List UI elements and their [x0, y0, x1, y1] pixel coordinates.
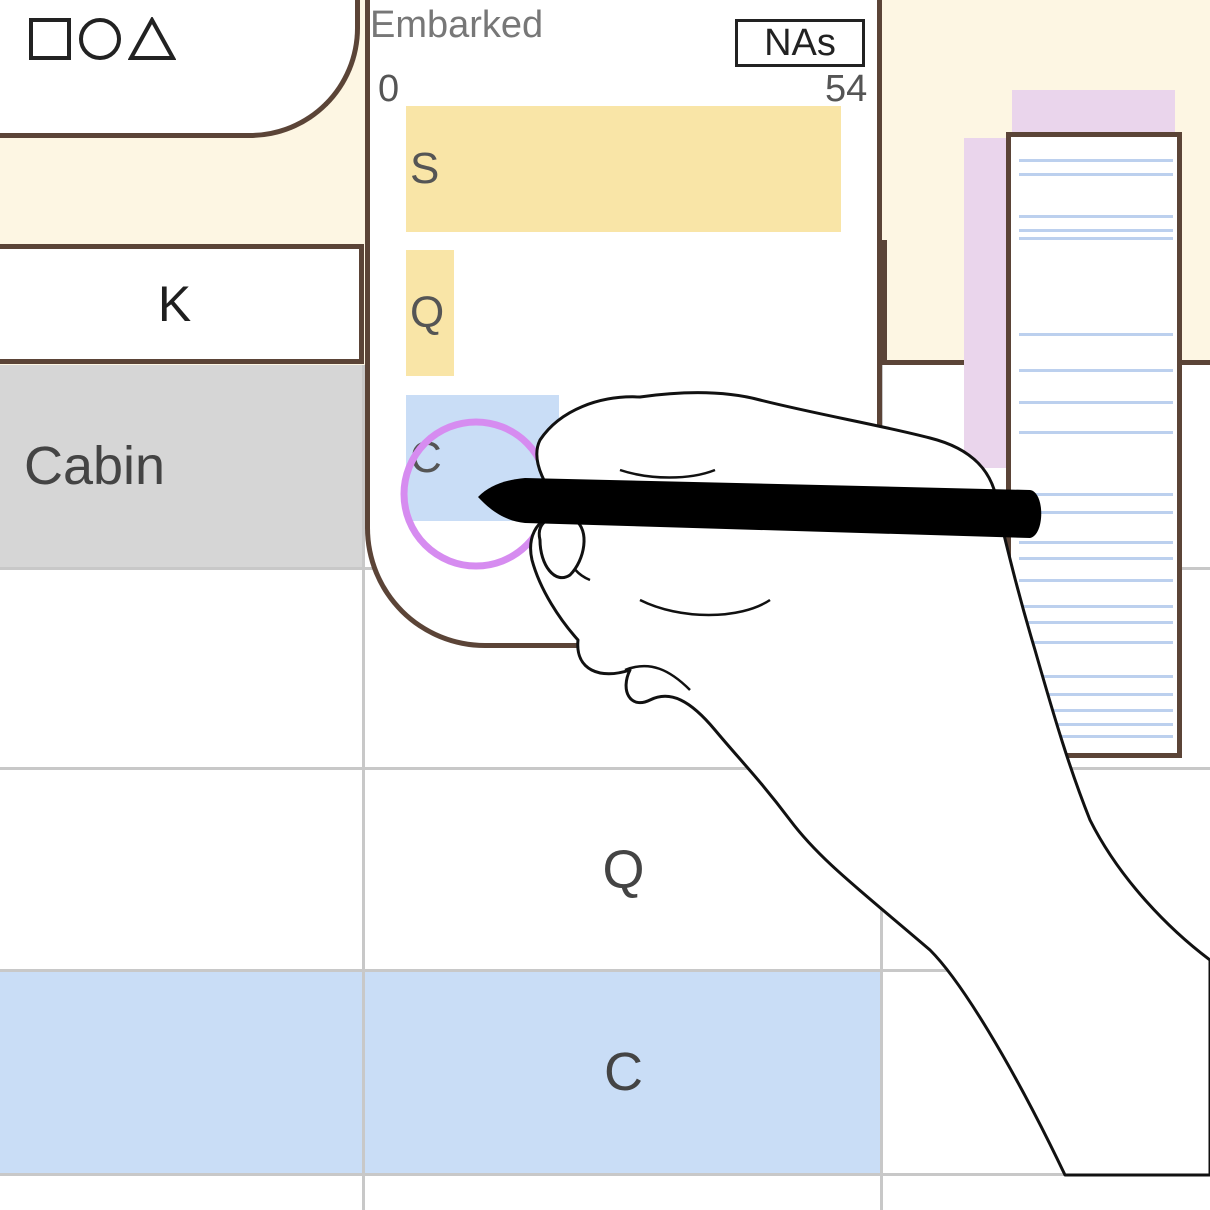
table-cell	[0, 971, 365, 1173]
nas-button-label: NAs	[764, 21, 836, 64]
row-divider	[0, 969, 1210, 972]
histogram-stripe	[1019, 237, 1173, 240]
table-cell	[0, 769, 365, 971]
mini-histogram[interactable]	[1006, 132, 1182, 758]
bar-label: S	[410, 144, 440, 193]
histogram-stripe	[1019, 557, 1173, 560]
bar-label: Q	[410, 288, 445, 337]
bar-c[interactable]: C	[406, 395, 560, 521]
circle-icon[interactable]	[78, 17, 122, 61]
triangle-icon[interactable]	[128, 17, 176, 61]
histogram-stripe	[1019, 541, 1173, 544]
cell-text: C	[604, 1042, 643, 1102]
row-divider	[0, 1173, 1210, 1176]
cell-text: Cabin	[24, 436, 166, 496]
histogram-stripe	[1019, 579, 1173, 582]
square-icon[interactable]	[28, 17, 72, 61]
histogram-stripe	[1019, 369, 1173, 372]
embarked-filter-popup[interactable]: Embarked NAs 0 54 S Q C	[365, 0, 882, 648]
bar-q[interactable]: Q	[406, 250, 455, 376]
histogram-stripe	[1019, 723, 1173, 726]
histogram-stripe	[1019, 621, 1173, 624]
cell-text: Q	[602, 840, 645, 900]
column-header-label: K	[157, 276, 192, 332]
histogram-stripe	[1019, 675, 1173, 678]
bar-label: C	[410, 433, 442, 482]
histogram-stripe	[1019, 215, 1173, 218]
table-cell: Q	[365, 769, 882, 971]
mini-chart-shadow	[964, 138, 1008, 468]
histogram-stripe	[1019, 229, 1173, 232]
histogram-stripe	[1019, 511, 1173, 514]
bar-s[interactable]: S	[406, 106, 841, 232]
table-row[interactable]: Q	[0, 769, 1210, 971]
table-cell: Cabin	[0, 365, 365, 567]
histogram-stripe	[1019, 333, 1173, 336]
nas-button[interactable]: NAs	[735, 19, 865, 67]
axis-max-label: 54	[825, 68, 868, 110]
shape-toolbar[interactable]	[28, 14, 176, 64]
histogram-stripe	[1019, 431, 1173, 434]
histogram-stripe	[1019, 641, 1173, 644]
column-header-k[interactable]: K	[0, 244, 364, 364]
table-cell: C	[365, 971, 882, 1173]
histogram-stripe	[1019, 493, 1173, 496]
popup-title: Embarked	[370, 4, 544, 46]
histogram-stripe	[1019, 693, 1173, 696]
histogram-stripe	[1019, 173, 1173, 176]
table-cell	[0, 567, 365, 769]
histogram-stripe	[1019, 159, 1173, 162]
histogram-stripe	[1019, 605, 1173, 608]
histogram-stripe	[1019, 401, 1173, 404]
row-divider	[0, 767, 1210, 770]
histogram-stripe	[1019, 709, 1173, 712]
header-divider	[882, 240, 887, 365]
histogram-stripe	[1019, 735, 1173, 738]
table-row[interactable]: C	[0, 971, 1210, 1173]
axis-min-label: 0	[378, 68, 400, 110]
